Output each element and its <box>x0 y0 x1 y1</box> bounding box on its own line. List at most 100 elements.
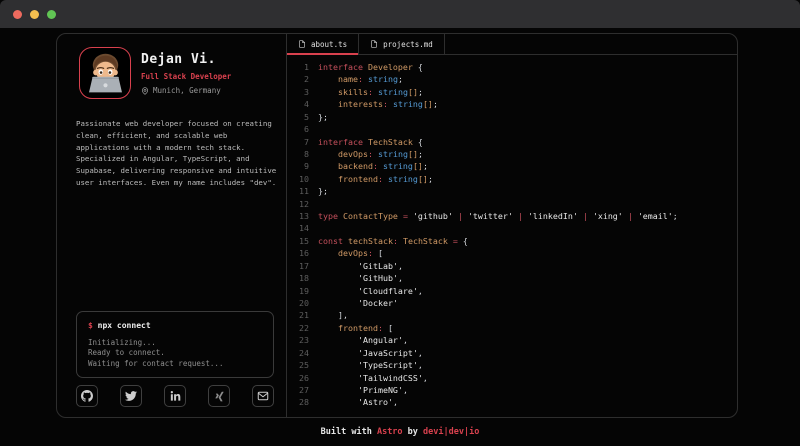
code-line: 4 interests: string[]; <box>287 98 737 110</box>
line-number: 13 <box>287 210 309 222</box>
code-line: 7interface TechStack { <box>287 136 737 148</box>
footer-link[interactable]: devi|dev|io <box>423 427 479 437</box>
code-line: 23 'Angular', <box>287 334 737 346</box>
code-line: 3 skills: string[]; <box>287 86 737 98</box>
code-tokens: interface TechStack { <box>318 136 423 148</box>
code-line: 10 frontend: string[]; <box>287 173 737 185</box>
terminal-output-line: Initializing... <box>88 338 262 348</box>
code-line: 26 'TailwindCSS', <box>287 372 737 384</box>
tab-projects.md[interactable]: projects.md <box>359 34 445 54</box>
code-tokens: type ContactType = 'github' | 'twitter' … <box>318 210 678 222</box>
code-line: 22 frontend: [ <box>287 322 737 334</box>
code-tokens: name: string; <box>318 73 403 85</box>
linkedin-button[interactable] <box>164 385 186 407</box>
profile-name: Dejan Vi. <box>141 52 231 67</box>
github-button[interactable] <box>76 385 98 407</box>
maximize-window-icon[interactable] <box>47 10 56 19</box>
code-tokens: interests: string[]; <box>318 98 438 110</box>
code-tokens: }; <box>318 111 328 123</box>
file-icon <box>298 39 306 49</box>
code-line: 9 backend: string[]; <box>287 160 737 172</box>
line-number: 27 <box>287 384 309 396</box>
code-line: 11}; <box>287 185 737 197</box>
code-line: 12 <box>287 198 737 210</box>
terminal-prompt: $ <box>88 321 93 330</box>
bio-line: Specialized in Angular, TypeScript, and <box>76 153 274 165</box>
code-tokens: skills: string[]; <box>318 86 423 98</box>
profile-location: Munich, Germany <box>141 86 231 95</box>
twitter-icon <box>125 390 137 402</box>
code-line: 20 'Docker' <box>287 297 737 309</box>
email-button[interactable] <box>252 385 274 407</box>
code-tokens: interface Developer { <box>318 61 423 73</box>
code-line: 14 <box>287 222 737 234</box>
tab-label: about.ts <box>311 40 347 49</box>
code-line: 19 'Cloudflare', <box>287 285 737 297</box>
code-line: 1 interface Developer { <box>287 61 737 73</box>
tab-about.ts[interactable]: about.ts <box>287 34 359 54</box>
line-number: 12 <box>287 198 309 210</box>
line-number: 1 <box>287 61 309 73</box>
tab-label: projects.md <box>383 40 433 49</box>
code-line: 6 <box>287 123 737 135</box>
code-tokens: frontend: string[]; <box>318 173 433 185</box>
line-number: 4 <box>287 98 309 110</box>
minimize-window-icon[interactable] <box>30 10 39 19</box>
bio-line: Supabase, delivering responsive and intu… <box>76 165 274 177</box>
bio-text: Passionate web developer focused on crea… <box>76 118 274 189</box>
github-icon <box>81 390 93 402</box>
bio-line: clean, efficient, and scalable web <box>76 130 274 142</box>
terminal-output: Initializing...Ready to connect.Waiting … <box>88 338 262 369</box>
line-number: 8 <box>287 148 309 160</box>
code-line: 21 ], <box>287 309 737 321</box>
terminal-output-line: Ready to connect. <box>88 348 262 358</box>
line-number: 15 <box>287 235 309 247</box>
footer-link[interactable]: Astro <box>377 427 403 437</box>
line-number: 14 <box>287 222 309 234</box>
line-number: 26 <box>287 372 309 384</box>
code-line: 8 devOps: string[]; <box>287 148 737 160</box>
twitter-button[interactable] <box>120 385 142 407</box>
line-number: 21 <box>287 309 309 321</box>
terminal-output-line: Waiting for contact request... <box>88 359 262 369</box>
code-tokens: 'Astro', <box>318 396 398 408</box>
line-number: 3 <box>287 86 309 98</box>
xing-button[interactable] <box>208 385 230 407</box>
line-number: 18 <box>287 272 309 284</box>
close-window-icon[interactable] <box>13 10 22 19</box>
code-line: 25 'TypeScript', <box>287 359 737 371</box>
line-number: 17 <box>287 260 309 272</box>
code-area: 1interface Developer {2 name: string;3 s… <box>287 55 737 417</box>
code-line: 15const techStack: TechStack = { <box>287 235 737 247</box>
code-tokens: 'Cloudflare', <box>318 285 423 297</box>
code-line: 28 'Astro', <box>287 396 737 408</box>
connect-terminal: $ npx connect Initializing...Ready to co… <box>76 311 274 378</box>
code-editor: about.ts projects.md 1 interface Developer… <box>287 34 737 417</box>
code-tokens: devOps: string[]; <box>318 148 423 160</box>
line-number: 20 <box>287 297 309 309</box>
xing-icon <box>214 391 225 402</box>
line-number: 10 <box>287 173 309 185</box>
line-number: 24 <box>287 347 309 359</box>
profile-text: Dejan Vi. Full Stack Developer Munich, G… <box>141 47 231 99</box>
code-tokens: devOps: [ <box>318 247 383 259</box>
social-row <box>76 385 274 409</box>
footer-text-part: Built with <box>321 427 377 437</box>
code-line: 24 'JavaScript', <box>287 347 737 359</box>
code-tokens: 'JavaScript', <box>318 347 423 359</box>
location-pin-icon <box>141 87 149 95</box>
code-tokens: 'TailwindCSS', <box>318 372 428 384</box>
sidebar-spacer <box>76 189 274 311</box>
code-line: 18 'GitHub', <box>287 272 737 284</box>
profile-role: Full Stack Developer <box>141 72 231 81</box>
footer-text: Built with Astro by devi|dev|io <box>321 427 480 437</box>
bio-line: user interfaces. Even my name includes "… <box>76 177 274 189</box>
code-tokens: 'Docker' <box>318 297 398 309</box>
profile-sidebar: Dejan Vi. Full Stack Developer Munich, G… <box>57 34 287 417</box>
window-titlebar <box>0 0 800 28</box>
portfolio-card: Dejan Vi. Full Stack Developer Munich, G… <box>56 33 738 418</box>
code-tokens: 'PrimeNG', <box>318 384 408 396</box>
line-number: 2 <box>287 73 309 85</box>
avatar <box>79 47 131 99</box>
code-line: 2 name: string; <box>287 73 737 85</box>
